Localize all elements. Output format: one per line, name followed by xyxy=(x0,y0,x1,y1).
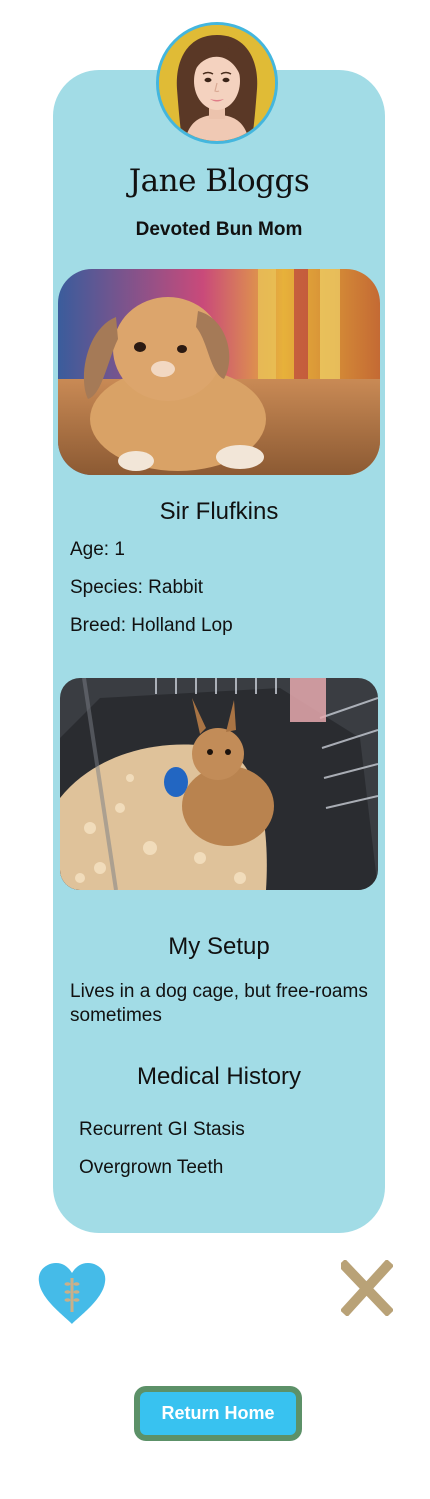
setup-photo xyxy=(60,678,378,890)
medical-item: Overgrown Teeth xyxy=(79,1157,224,1178)
pet-photo xyxy=(58,269,380,475)
pet-breed: Breed: Holland Lop xyxy=(70,615,233,636)
owner-name: Jane Bloggs xyxy=(128,163,310,199)
medical-item: Recurrent GI Stasis xyxy=(79,1119,245,1140)
avatar-portrait-image xyxy=(159,25,275,141)
owner-avatar xyxy=(156,22,278,144)
pet-age: Age: 1 xyxy=(70,539,125,560)
heart-icon xyxy=(38,1263,106,1324)
setup-title: My Setup xyxy=(168,933,270,960)
profile-card xyxy=(53,70,385,1233)
rabbit-photo-image xyxy=(58,269,380,475)
medical-history-title: Medical History xyxy=(136,1063,302,1090)
rabbit-cage-photo-image xyxy=(60,678,378,890)
return-home-label: Return Home xyxy=(140,1392,296,1435)
return-home-button[interactable]: Return Home xyxy=(134,1386,302,1441)
owner-tagline: Devoted Bun Mom xyxy=(135,219,303,240)
like-button[interactable] xyxy=(37,1262,107,1326)
dismiss-button[interactable] xyxy=(337,1258,395,1318)
pet-species: Species: Rabbit xyxy=(70,577,204,598)
setup-description: Lives in a dog cage, but free-roams some… xyxy=(70,981,368,1026)
close-icon xyxy=(337,1258,395,1318)
pet-name: Sir Flufkins xyxy=(159,498,279,525)
